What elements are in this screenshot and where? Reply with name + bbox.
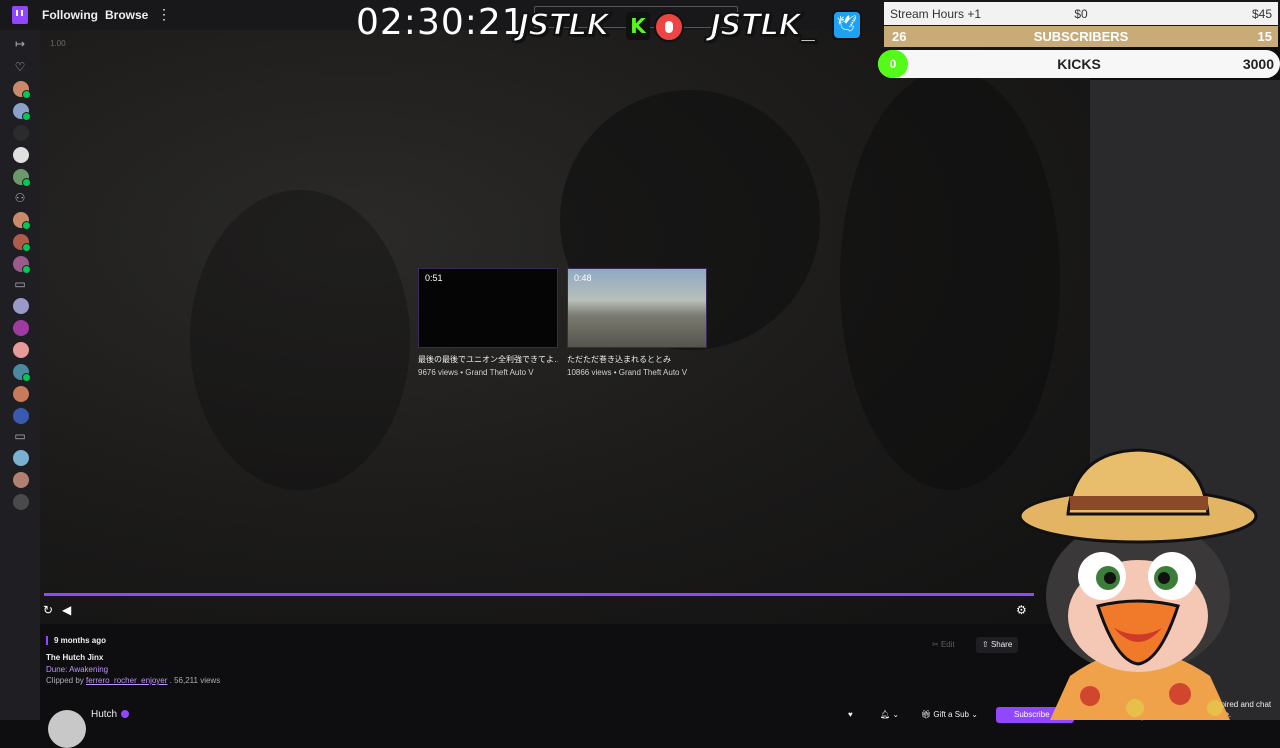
twitter-bird-icon: 🕊︎ bbox=[832, 10, 862, 40]
clip-duration: 0:48 bbox=[574, 273, 592, 283]
clip-duration: 0:51 bbox=[425, 273, 443, 283]
verified-icon bbox=[121, 710, 130, 719]
channel-avatar[interactable] bbox=[13, 147, 29, 163]
mascot-penguin-image bbox=[1018, 448, 1258, 720]
subscribers-goal: 26 SUBSCRIBERS 15 bbox=[884, 26, 1278, 47]
edit-button[interactable]: ✂ Edit bbox=[926, 637, 961, 653]
clip-title[interactable]: ただただ巻き込まれるととみ bbox=[567, 354, 707, 365]
progress-bar[interactable] bbox=[44, 593, 1034, 596]
playback-speed-label: 1.00 bbox=[50, 39, 66, 48]
recommended-clip[interactable]: 0:48 ただただ巻き込まれるととみ 10866 views • Grand T… bbox=[567, 268, 707, 377]
channel-avatar[interactable] bbox=[13, 472, 29, 488]
channel-avatar[interactable] bbox=[13, 408, 29, 424]
video-player[interactable] bbox=[40, 30, 1090, 624]
stream-timer: 02:30:21 bbox=[356, 2, 526, 43]
kicks-goal: 0 KICKS 3000 bbox=[878, 50, 1280, 78]
channel-name[interactable]: Hutch bbox=[91, 709, 130, 720]
clip-name: The Hutch Jinx bbox=[46, 653, 104, 662]
channel-avatar[interactable] bbox=[13, 320, 29, 336]
channel-avatar[interactable] bbox=[13, 234, 31, 252]
channel-avatar[interactable] bbox=[13, 386, 29, 402]
channel-avatar[interactable] bbox=[13, 103, 31, 121]
brand-kick-text: JSTLK bbox=[517, 7, 611, 44]
clip-meta: 10866 views • Grand Theft Auto V bbox=[567, 368, 688, 377]
clip-thumbnail[interactable]: 0:51 bbox=[418, 268, 558, 348]
channel-avatar[interactable] bbox=[13, 125, 29, 141]
stream-hours-goal: Stream Hours +1 $0 $45 bbox=[884, 2, 1278, 25]
channel-avatar[interactable] bbox=[13, 364, 31, 382]
channel-avatar[interactable] bbox=[13, 256, 31, 274]
channel-avatar[interactable] bbox=[13, 342, 29, 358]
clip-title[interactable]: 最後の最後でユニオン全利強できてよ… bbox=[418, 354, 558, 365]
channel-avatar[interactable] bbox=[13, 298, 29, 314]
collapse-sidebar-icon[interactable]: ↦ bbox=[12, 36, 28, 52]
volume-icon[interactable]: ◀ bbox=[62, 603, 71, 617]
recommended-clip[interactable]: 0:51 最後の最後でユニオン全利強できてよ… 9676 views • Gra… bbox=[418, 268, 558, 377]
sidebar: ↦ ♡ ⚇ ▭ ▭ bbox=[0, 30, 40, 720]
video-icon: ▭ bbox=[14, 429, 26, 443]
record-icon bbox=[654, 12, 684, 42]
channel-avatar-large[interactable] bbox=[48, 710, 86, 748]
recommended-icon: ⚇ bbox=[14, 191, 26, 205]
clipped-by: Clipped by ferrero_rocher_enjoyer . 56,2… bbox=[46, 676, 221, 685]
clipper-link[interactable]: ferrero_rocher_enjoyer bbox=[86, 676, 167, 685]
progress-fill bbox=[44, 593, 1034, 596]
channel-avatar[interactable] bbox=[13, 81, 31, 99]
brand-twitter-text: JSTLK_ bbox=[709, 7, 817, 44]
channel-avatar[interactable] bbox=[13, 450, 29, 466]
video-icon: ▭ bbox=[14, 277, 26, 291]
kick-logo-icon: K bbox=[626, 12, 650, 40]
heart-icon: ♡ bbox=[14, 60, 26, 74]
clip-category-link[interactable]: Dune: Awakening bbox=[46, 665, 108, 674]
nav-browse[interactable]: Browse bbox=[105, 8, 148, 22]
more-menu-icon[interactable]: ⋮ bbox=[157, 6, 171, 23]
nav-following[interactable]: Following bbox=[42, 8, 98, 22]
twitch-logo-icon[interactable] bbox=[12, 6, 28, 24]
channel-avatar[interactable] bbox=[13, 494, 29, 510]
channel-avatar[interactable] bbox=[13, 212, 31, 230]
channel-avatar[interactable] bbox=[13, 169, 31, 187]
clip-age: 9 months ago bbox=[46, 636, 106, 645]
replay-icon[interactable]: ↻ bbox=[43, 603, 53, 617]
clip-thumbnail[interactable]: 0:48 bbox=[567, 268, 707, 348]
clip-meta: 9676 views • Grand Theft Auto V bbox=[418, 368, 534, 377]
